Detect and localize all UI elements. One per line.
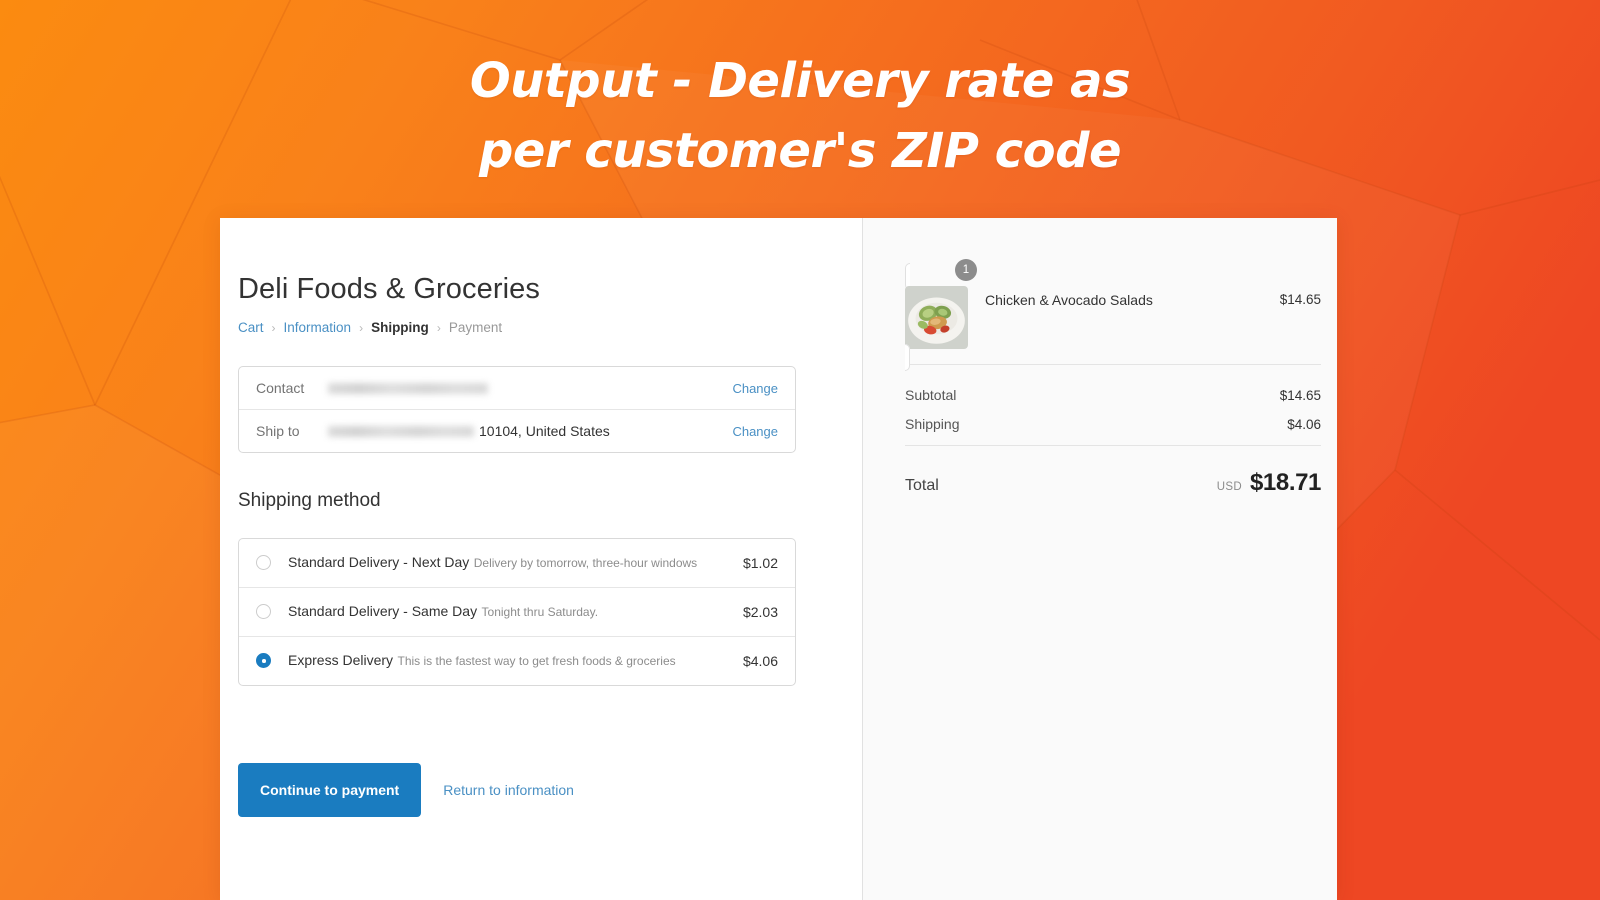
shipping-options-list: Standard Delivery - Next Day Delivery by… [238, 538, 796, 686]
shipping-option-price: $2.03 [742, 603, 778, 620]
chevron-right-icon: › [436, 320, 441, 335]
subtotal-row: Subtotal $14.65 [905, 387, 1321, 403]
shipping-option-name: Standard Delivery - Same Day [288, 603, 478, 619]
order-summary-column: 1 Chicken & Avocado Salads $14.65 Subtot… [862, 218, 1337, 900]
shop-title: Deli Foods & Groceries [238, 273, 540, 305]
headline-line-2: per customer's ZIP code [478, 123, 1122, 180]
totals-divider: Total USD $18.71 [905, 445, 1321, 497]
page-headline: Output - Delivery rate as per customer's… [0, 46, 1600, 186]
customer-info-box: Contact Change Ship to 10104, United Sta… [238, 366, 796, 453]
cart-line-item: 1 Chicken & Avocado Salads $14.65 [905, 259, 1321, 371]
breadcrumb-item-cart[interactable]: Cart [238, 320, 264, 335]
shipping-label: Shipping [905, 416, 960, 432]
ship-to-label: Ship to [256, 423, 300, 439]
return-to-information-link[interactable]: Return to information [443, 782, 574, 798]
breadcrumb-item-information[interactable]: Information [284, 320, 352, 335]
order-totals: Subtotal $14.65 Shipping $4.06 Total USD… [905, 365, 1321, 497]
shipping-option-price: $1.02 [742, 554, 778, 571]
contact-value [328, 382, 722, 394]
quantity-badge: 1 [955, 259, 977, 281]
shipping-option-description: Delivery by tomorrow, three-hour windows [473, 556, 698, 570]
product-thumbnail [905, 263, 968, 371]
cart-item-name: Chicken & Avocado Salads [985, 291, 1153, 308]
contact-change-link[interactable]: Change [732, 381, 778, 396]
checkout-form-column: Deli Foods & Groceries Cart › Informatio… [220, 218, 862, 900]
radio-selected-icon[interactable] [256, 653, 271, 668]
redacted-address [328, 425, 474, 437]
order-summary: 1 Chicken & Avocado Salads $14.65 Subtot… [905, 259, 1321, 497]
ship-to-value: 10104, United States [328, 423, 722, 439]
shipping-value: $4.06 [1287, 417, 1321, 432]
breadcrumb-item-shipping: Shipping [371, 320, 429, 335]
total-currency: USD [1216, 481, 1242, 493]
contact-label: Contact [256, 380, 305, 396]
shipping-option-standard-next-day[interactable]: Standard Delivery - Next Day Delivery by… [239, 539, 795, 587]
total-value: $18.71 [1249, 469, 1321, 496]
breadcrumb: Cart › Information › Shipping › Payment [238, 320, 502, 335]
contact-row: Contact Change [239, 367, 795, 409]
food-plate-image [905, 286, 968, 349]
checkout-card: Deli Foods & Groceries Cart › Informatio… [220, 218, 1337, 900]
shipping-option-description: This is the fastest way to get fresh foo… [397, 654, 676, 668]
headline-line-1: Output - Delivery rate as [469, 53, 1131, 109]
subtotal-value: $14.65 [1279, 388, 1321, 403]
ship-to-row: Ship to 10104, United States Change [239, 409, 795, 452]
shipping-row: Shipping $4.06 [905, 416, 1321, 432]
chevron-right-icon: › [271, 320, 276, 335]
shipping-method-title: Shipping method [238, 490, 381, 511]
shipping-option-name: Express Delivery [288, 652, 394, 668]
shipping-option-name: Standard Delivery - Next Day [288, 554, 470, 570]
shipping-option-express[interactable]: Express Delivery This is the fastest way… [239, 636, 795, 685]
breadcrumb-item-payment: Payment [448, 320, 503, 335]
shipping-option-standard-same-day[interactable]: Standard Delivery - Same Day Tonight thr… [239, 587, 795, 636]
radio-icon[interactable] [256, 555, 271, 570]
grand-total-row: Total USD $18.71 [905, 469, 1321, 497]
form-actions: Continue to payment Return to informatio… [238, 763, 574, 817]
total-label: Total [905, 477, 939, 494]
shipping-option-description: Tonight thru Saturday. [481, 605, 599, 619]
subtotal-label: Subtotal [905, 387, 957, 403]
cart-item-price: $14.65 [1279, 292, 1321, 307]
shipping-option-price: $4.06 [742, 652, 778, 669]
continue-to-payment-button[interactable]: Continue to payment [238, 763, 422, 817]
radio-icon[interactable] [256, 604, 271, 619]
redacted-email [328, 382, 488, 394]
chevron-right-icon: › [359, 320, 364, 335]
ship-to-zip-country: 10104, United States [479, 423, 610, 439]
ship-to-change-link[interactable]: Change [732, 424, 778, 439]
product-thumbnail-wrap: 1 [905, 259, 977, 371]
